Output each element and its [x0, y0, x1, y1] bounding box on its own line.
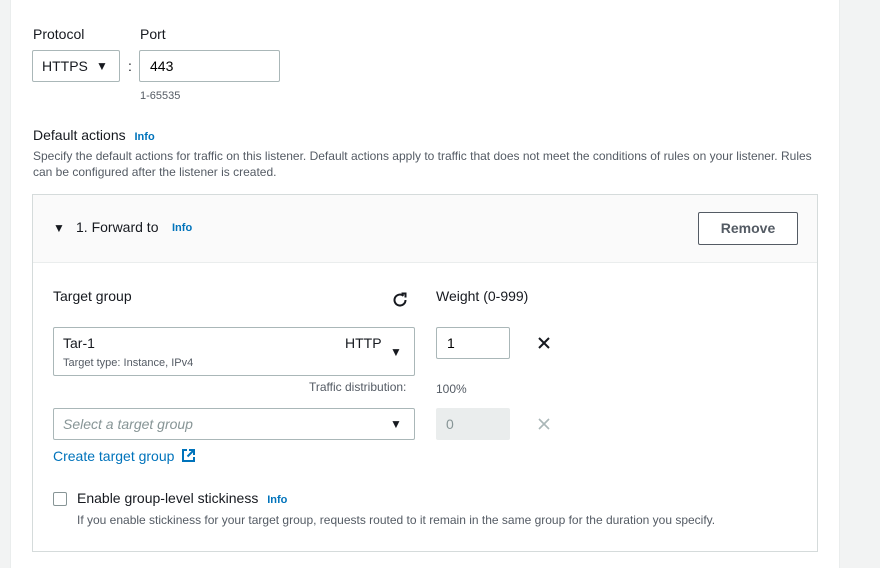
forward-action-header[interactable]: ▼ 1. Forward to Info Remove — [33, 195, 817, 263]
weight-input[interactable] — [436, 327, 510, 359]
port-label: Port — [140, 26, 166, 42]
empty-weight-input: 0 — [436, 408, 510, 440]
caret-down-icon: ▼ — [390, 345, 402, 359]
weight-label: Weight (0-999) — [436, 288, 529, 304]
stickiness-info-link[interactable]: Info — [267, 494, 287, 506]
forward-action-panel: ▼ 1. Forward to Info Remove Target group… — [32, 194, 818, 552]
expand-caret-icon[interactable]: ▼ — [53, 221, 65, 235]
default-actions-info-link[interactable]: Info — [135, 131, 155, 143]
select-target-group-placeholder: Select a target group — [63, 416, 193, 432]
target-group-label: Target group — [53, 288, 132, 304]
target-group-protocol: HTTP — [345, 335, 382, 351]
stickiness-heading: Enable group-level stickiness Info — [77, 490, 287, 506]
port-hint: 1-65535 — [140, 90, 181, 102]
protocol-select[interactable]: HTTPS ▼ — [32, 50, 120, 82]
protocol-label: Protocol — [33, 26, 85, 42]
caret-down-icon: ▼ — [96, 59, 108, 73]
create-target-group-label: Create target group — [53, 448, 175, 464]
port-input[interactable] — [139, 50, 280, 82]
target-group-meta: Target type: Instance, IPv4 — [63, 357, 194, 369]
external-link-icon — [182, 449, 196, 462]
target-group-select[interactable]: Tar-1 Target type: Instance, IPv4 HTTP ▼ — [53, 327, 415, 376]
forward-title: 1. Forward to — [76, 219, 159, 235]
refresh-icon[interactable] — [391, 291, 409, 309]
remove-empty-row-icon — [538, 418, 550, 430]
traffic-distribution-label: Traffic distribution: — [309, 380, 407, 394]
traffic-distribution-value: 100% — [436, 382, 467, 396]
default-actions-heading: Default actions Info — [33, 127, 155, 143]
empty-target-group-select[interactable]: Select a target group ▼ — [53, 408, 415, 440]
create-target-group-link[interactable]: Create target group — [53, 448, 196, 464]
stickiness-checkbox[interactable] — [53, 492, 67, 506]
stickiness-help-text: If you enable stickiness for your target… — [77, 513, 716, 527]
remove-target-group-icon[interactable] — [536, 335, 552, 351]
target-group-name: Tar-1 — [63, 335, 95, 351]
default-actions-description: Specify the default actions for traffic … — [33, 149, 812, 179]
port-separator: : — [128, 58, 132, 74]
caret-down-icon: ▼ — [390, 417, 402, 431]
stickiness-label[interactable]: Enable group-level stickiness — [77, 490, 258, 506]
default-actions-title: Default actions — [33, 127, 126, 143]
protocol-select-value: HTTPS — [42, 58, 88, 74]
forward-info-link[interactable]: Info — [172, 222, 192, 234]
remove-button[interactable]: Remove — [698, 212, 798, 245]
